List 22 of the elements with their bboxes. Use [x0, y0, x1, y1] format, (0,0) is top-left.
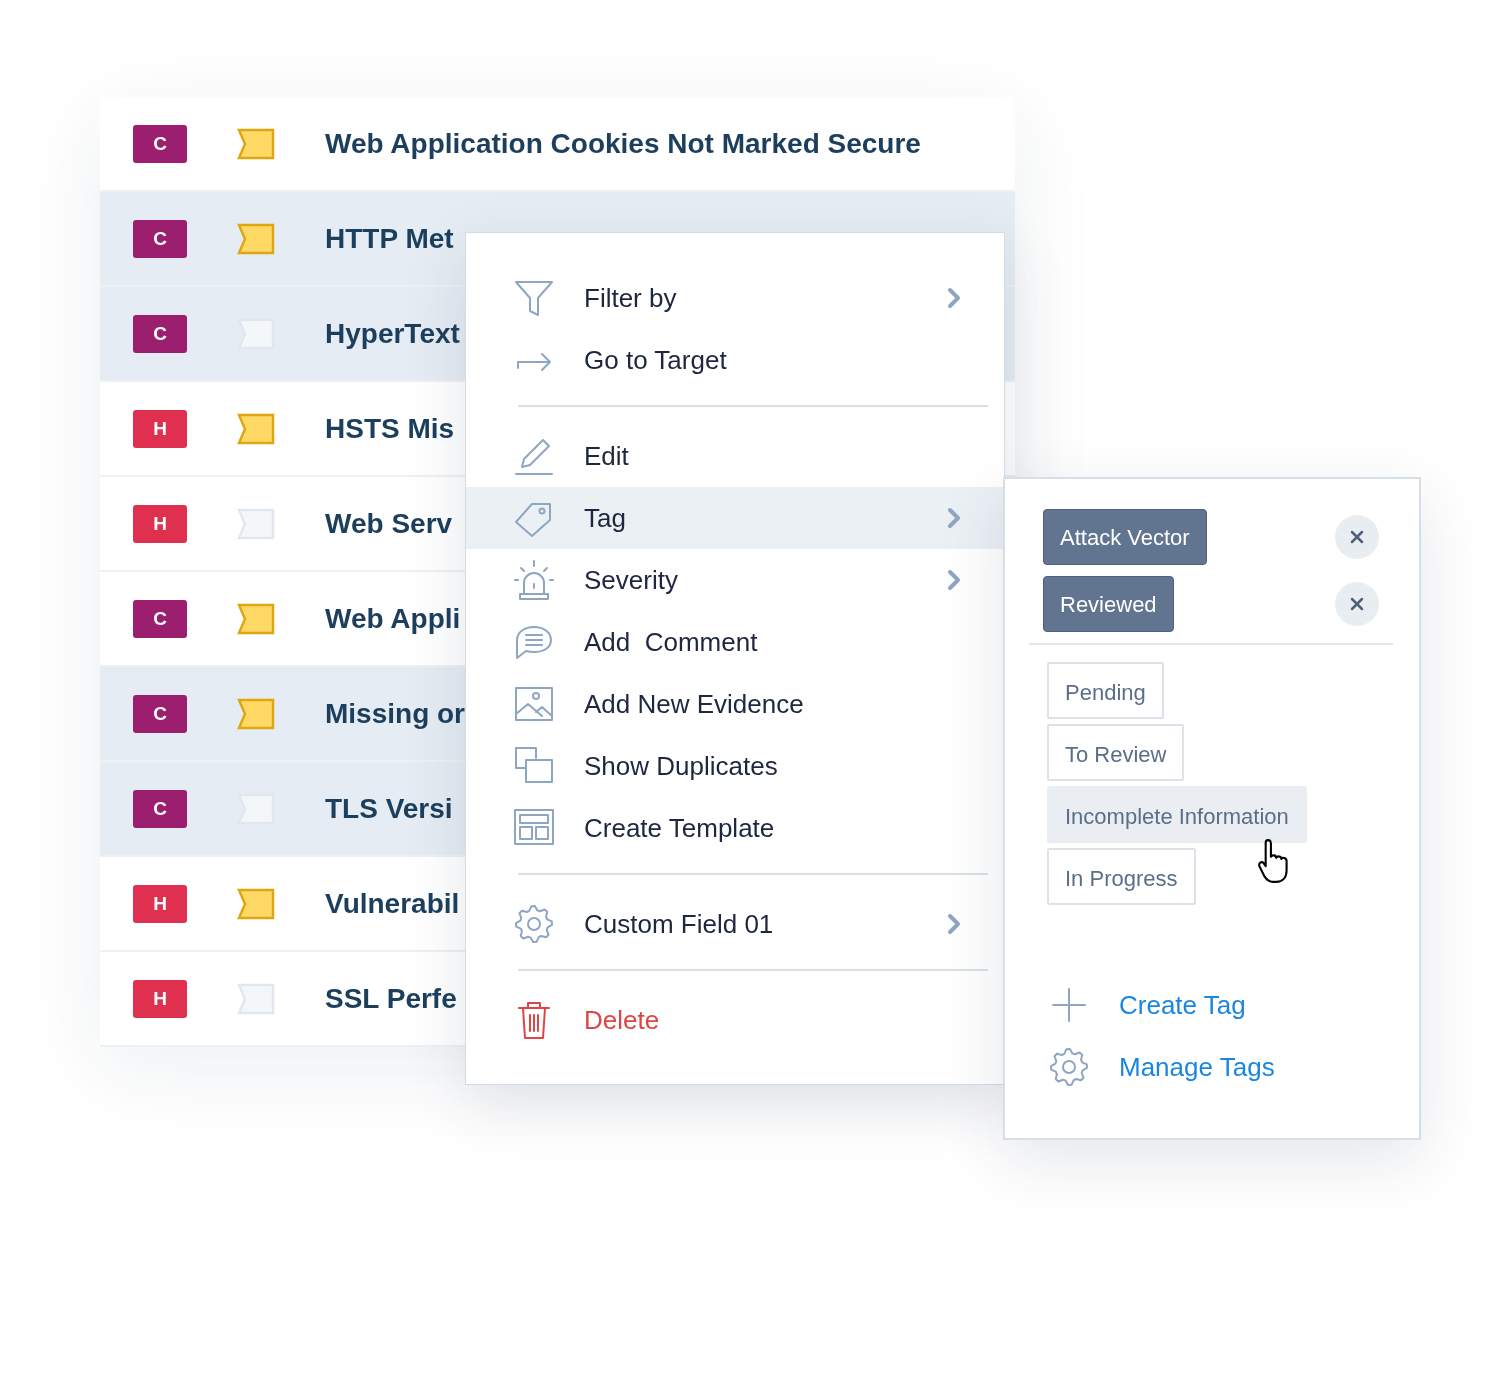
severity-badge: H [133, 504, 187, 543]
severity-badge: C [133, 599, 187, 638]
finding-title: HSTS Mis [325, 411, 455, 446]
severity-badge: H [133, 979, 187, 1018]
severity-badge: C [133, 124, 187, 163]
finding-title: Web Application Cookies Not Marked Secure [325, 126, 921, 161]
applied-tag: Reviewed [1043, 576, 1174, 632]
finding-title: Web Serv [325, 506, 453, 541]
severity-badge: C [133, 314, 187, 353]
finding-title: Missing or [325, 696, 465, 731]
applied-tag: Attack Vector [1043, 509, 1207, 565]
finding-title: SSL Perfe [325, 981, 457, 1016]
finding-title: HTTP Met [325, 221, 454, 256]
severity-badge: C [133, 219, 187, 258]
severity-badge: C [133, 694, 187, 733]
finding-title: HyperText [325, 316, 460, 351]
severity-badge: C [133, 789, 187, 828]
finding-title: TLS Versi [325, 791, 453, 826]
finding-title: Vulnerabil [325, 886, 460, 921]
severity-badge: H [133, 884, 187, 923]
severity-badge: H [133, 409, 187, 448]
finding-title: Web Appli [325, 601, 461, 636]
